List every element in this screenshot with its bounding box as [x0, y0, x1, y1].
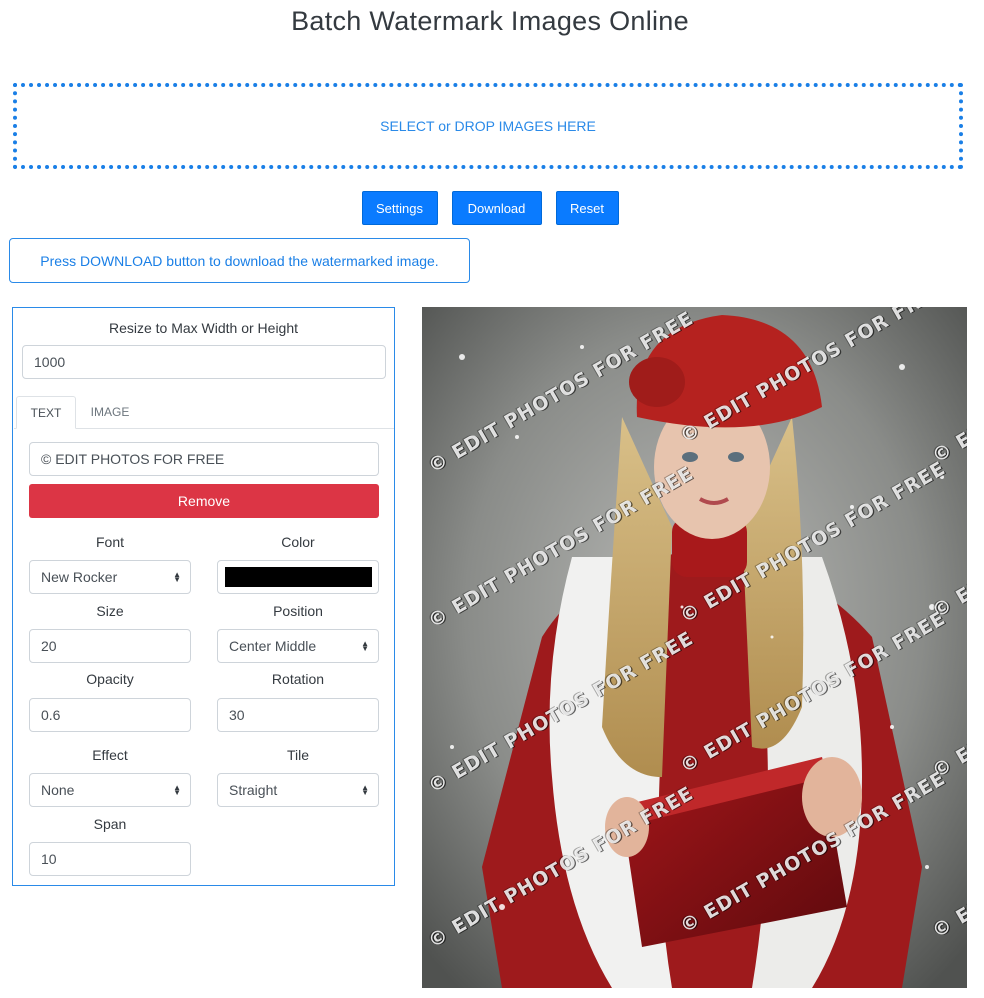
size-value: 20: [41, 638, 57, 654]
effect-value: None: [41, 782, 75, 798]
watermark-text-value: © EDIT PHOTOS FOR FREE: [41, 451, 225, 467]
tab-image[interactable]: IMAGE: [80, 396, 140, 428]
opacity-value: 0.6: [41, 707, 61, 723]
resize-input[interactable]: 1000: [22, 345, 386, 379]
resize-value: 1000: [34, 354, 66, 370]
settings-button[interactable]: Settings: [361, 191, 438, 225]
tile-select[interactable]: Straight ▲ ▼: [217, 773, 379, 807]
rotation-value: 30: [229, 707, 245, 723]
watermark-text-input[interactable]: © EDIT PHOTOS FOR FREE: [29, 442, 379, 476]
reset-button[interactable]: Reset: [555, 191, 619, 225]
page-title: Batch Watermark Images Online: [291, 6, 689, 36]
opacity-label: Opacity: [86, 671, 134, 687]
effect-label: Effect: [92, 747, 128, 763]
span-label: Span: [93, 816, 127, 832]
chevron-updown-icon: ▲ ▼: [173, 570, 181, 584]
download-button[interactable]: Download: [451, 191, 542, 225]
action-buttons: Settings Download Reset: [0, 191, 980, 225]
chevron-updown-icon: ▲ ▼: [173, 783, 181, 797]
dropzone-label: SELECT or DROP IMAGES HERE: [380, 118, 596, 134]
remove-button[interactable]: Remove: [29, 484, 379, 518]
font-value: New Rocker: [41, 569, 118, 585]
font-label: Font: [95, 534, 124, 550]
tab-text[interactable]: TEXT: [16, 396, 76, 429]
image-dropzone[interactable]: SELECT or DROP IMAGES HERE: [13, 83, 963, 169]
position-label: Position: [273, 603, 323, 619]
download-notice: Press DOWNLOAD button to download the wa…: [9, 238, 470, 283]
color-label: Color: [281, 534, 315, 550]
tile-label: Tile: [286, 747, 310, 763]
rotation-input[interactable]: 30: [217, 698, 379, 732]
resize-label: Resize to Max Width or Height: [108, 320, 299, 336]
watermark-tabs: TEXT IMAGE: [14, 396, 394, 429]
settings-panel: Resize to Max Width or Height 1000 TEXT …: [12, 307, 395, 886]
font-select[interactable]: New Rocker ▲ ▼: [29, 560, 191, 594]
rotation-label: Rotation: [271, 671, 325, 687]
color-swatch: [225, 567, 372, 587]
opacity-input[interactable]: 0.6: [29, 698, 191, 732]
chevron-updown-icon: ▲ ▼: [361, 783, 369, 797]
effect-select[interactable]: None ▲ ▼: [29, 773, 191, 807]
position-select[interactable]: Center Middle ▲ ▼: [217, 629, 379, 663]
color-picker[interactable]: [217, 560, 379, 594]
watermarked-image-preview: © EDIT PHOTOS FOR FREE © EDIT PHOTOS FOR…: [422, 307, 967, 988]
tile-value: Straight: [229, 782, 278, 798]
notice-text: Press DOWNLOAD button to download the wa…: [40, 252, 439, 269]
size-input[interactable]: 20: [29, 629, 191, 663]
position-value: Center Middle: [229, 638, 317, 654]
chevron-updown-icon: ▲ ▼: [361, 639, 369, 653]
span-value: 10: [41, 851, 57, 867]
size-label: Size: [96, 603, 124, 619]
span-input[interactable]: 10: [29, 842, 191, 876]
